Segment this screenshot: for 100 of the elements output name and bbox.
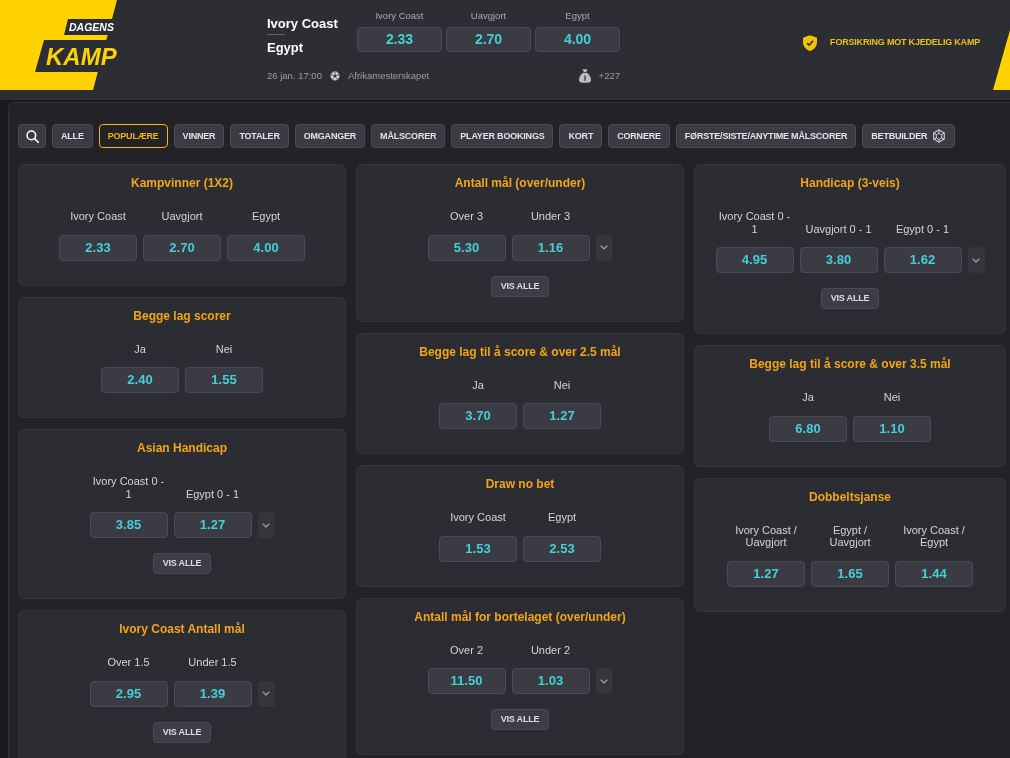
filter-tab[interactable]: PLAYER BOOKINGS [451,124,554,148]
outcome-label: Over 2 [449,643,484,656]
outcome-label: Ivory Coast 0 - 1 [91,475,166,500]
outcome-label: Ivory Coast [375,10,424,22]
odds-button[interactable]: 1.27 [173,512,252,538]
odds-button[interactable]: 2.70 [143,234,221,261]
chevron-down-icon [262,522,270,528]
odds-button[interactable]: 4.00 [535,27,620,52]
odds-button[interactable]: 2.70 [446,27,531,52]
market-title: Begge lag til å score & over 2.5 mål [419,343,621,360]
odds-button[interactable]: 3.85 [89,512,168,538]
search-icon [25,129,39,143]
odds-button[interactable]: 1.44 [895,560,973,587]
outcome-label: Under 3 [529,210,572,223]
odds-button[interactable]: 11.50 [427,668,506,694]
outcome-label: Egypt 0 - 1 [184,487,241,500]
market-title: Antall mål for bortelaget (over/under) [414,608,626,625]
logo-text: KAMP [46,43,117,70]
filter-tab[interactable]: VINNER [173,124,225,148]
filter-tab[interactable]: KORT [559,124,603,148]
expand-button[interactable] [257,680,275,707]
hexagon-icon [932,129,947,143]
expand-button[interactable] [595,668,613,694]
odds-button[interactable]: 1.55 [185,367,263,393]
odds-button[interactable]: 2.40 [101,367,179,393]
filter-tab[interactable]: OMGANGER [294,124,366,148]
expand-button[interactable] [257,512,275,538]
odds-button[interactable]: 1.27 [727,560,805,587]
show-all-button[interactable]: VIS ALLE [152,553,212,574]
outcome-label: Ivory Coast [449,511,507,524]
show-all-button[interactable]: VIS ALLE [490,275,550,297]
shield-check-icon [803,35,818,51]
odds-button[interactable]: 2.33 [59,234,137,261]
show-all-button[interactable]: VIS ALLE [152,721,212,743]
chevron-down-icon [972,257,980,263]
market-title: Begge lag til å score & over 3.5 mål [749,356,951,372]
market-title: Begge lag scorer [133,307,231,324]
outcome-label: Nei [882,391,902,404]
filter-tab[interactable]: MÅLSCORER [371,124,446,148]
outcome-label: Under 2 [529,643,572,656]
expand-button[interactable] [595,234,613,261]
odds-button[interactable]: 1.27 [523,403,601,429]
odds-button[interactable]: 2.33 [357,27,442,52]
odds-button[interactable]: 3.80 [799,247,878,273]
odds-button[interactable]: 5.30 [427,234,506,261]
market-title: Dobbeltsjanse [809,488,891,505]
show-all-button[interactable]: VIS ALLE [820,288,880,309]
outcome-label: Uavgjort 0 - 1 [804,222,873,235]
chevron-down-icon [600,678,608,684]
outcome-label: Ja [801,391,815,404]
team-name: Ivory Coast [267,16,339,32]
odds-button[interactable]: 2.53 [523,535,601,562]
outcome-label: Ja [133,342,147,355]
show-all-button[interactable]: VIS ALLE [490,709,550,730]
odds-button[interactable]: 6.80 [769,415,847,442]
outcome-label: Uavgjort [470,10,507,22]
market-title: Handicap (3-veis) [800,175,900,191]
filter-tab[interactable]: TOTALER [230,124,289,148]
chevron-down-icon [600,245,608,250]
odds-button[interactable]: 2.95 [89,680,168,707]
logo-text: DAGENS [69,21,114,33]
outcome-label: Over 1.5 [106,656,151,669]
odds-button[interactable]: 4.95 [715,247,794,273]
outcome-label: Over 3 [449,210,484,223]
outcome-label: Ja [471,378,485,391]
odds-button[interactable]: 4.00 [227,234,305,261]
filter-tab[interactable]: CORNERE [608,124,670,148]
kickoff-time: 26 jan. 17:00 [267,68,322,83]
odds-button[interactable]: 1.16 [511,234,590,261]
odds-button[interactable]: 1.53 [439,535,517,562]
odds-button[interactable]: 1.39 [173,680,252,707]
filter-tab[interactable]: ALLE [52,124,93,148]
money-bag-icon [578,69,591,83]
odds-button[interactable]: 1.65 [811,560,889,587]
outcome-label: Uavgjort [160,210,204,223]
market-count: +227 [598,68,620,83]
search-button[interactable] [18,124,46,148]
market-title: Draw no bet [485,476,555,492]
expand-button[interactable] [967,247,985,273]
outcome-label: Under 1.5 [187,656,238,669]
odds-button[interactable]: 1.03 [511,668,590,694]
promo-text: FORSIKRING MOT KJEDELIG KAMP [830,36,980,50]
outcome-label: Ivory Coast [69,210,127,223]
odds-button[interactable]: 1.10 [853,415,931,442]
odds-button[interactable]: 1.62 [883,247,962,273]
filter-tab[interactable]: FØRSTE/SISTE/ANYTIME MÅLSCORER [675,124,857,148]
odds-button[interactable]: 3.70 [439,403,517,429]
soccer-ball-icon [329,71,340,81]
competition-name: Afrikamesterskapet [347,68,430,83]
market-title: Asian Handicap [137,440,227,456]
outcome-label: Egypt [565,10,590,22]
market-title: Ivory Coast Antall mål [119,621,245,637]
team-name: Egypt [267,40,305,56]
outcome-label: Nei [552,378,572,391]
outcome-label: Egypt / Uavgjort [828,523,872,549]
market-title: Kampvinner (1X2) [131,175,233,191]
chevron-down-icon [262,691,270,696]
filter-tab[interactable]: POPULÆRE [98,124,168,148]
outcome-label: Egypt [250,210,282,223]
filter-tab[interactable]: BETBUILDER [862,124,956,148]
